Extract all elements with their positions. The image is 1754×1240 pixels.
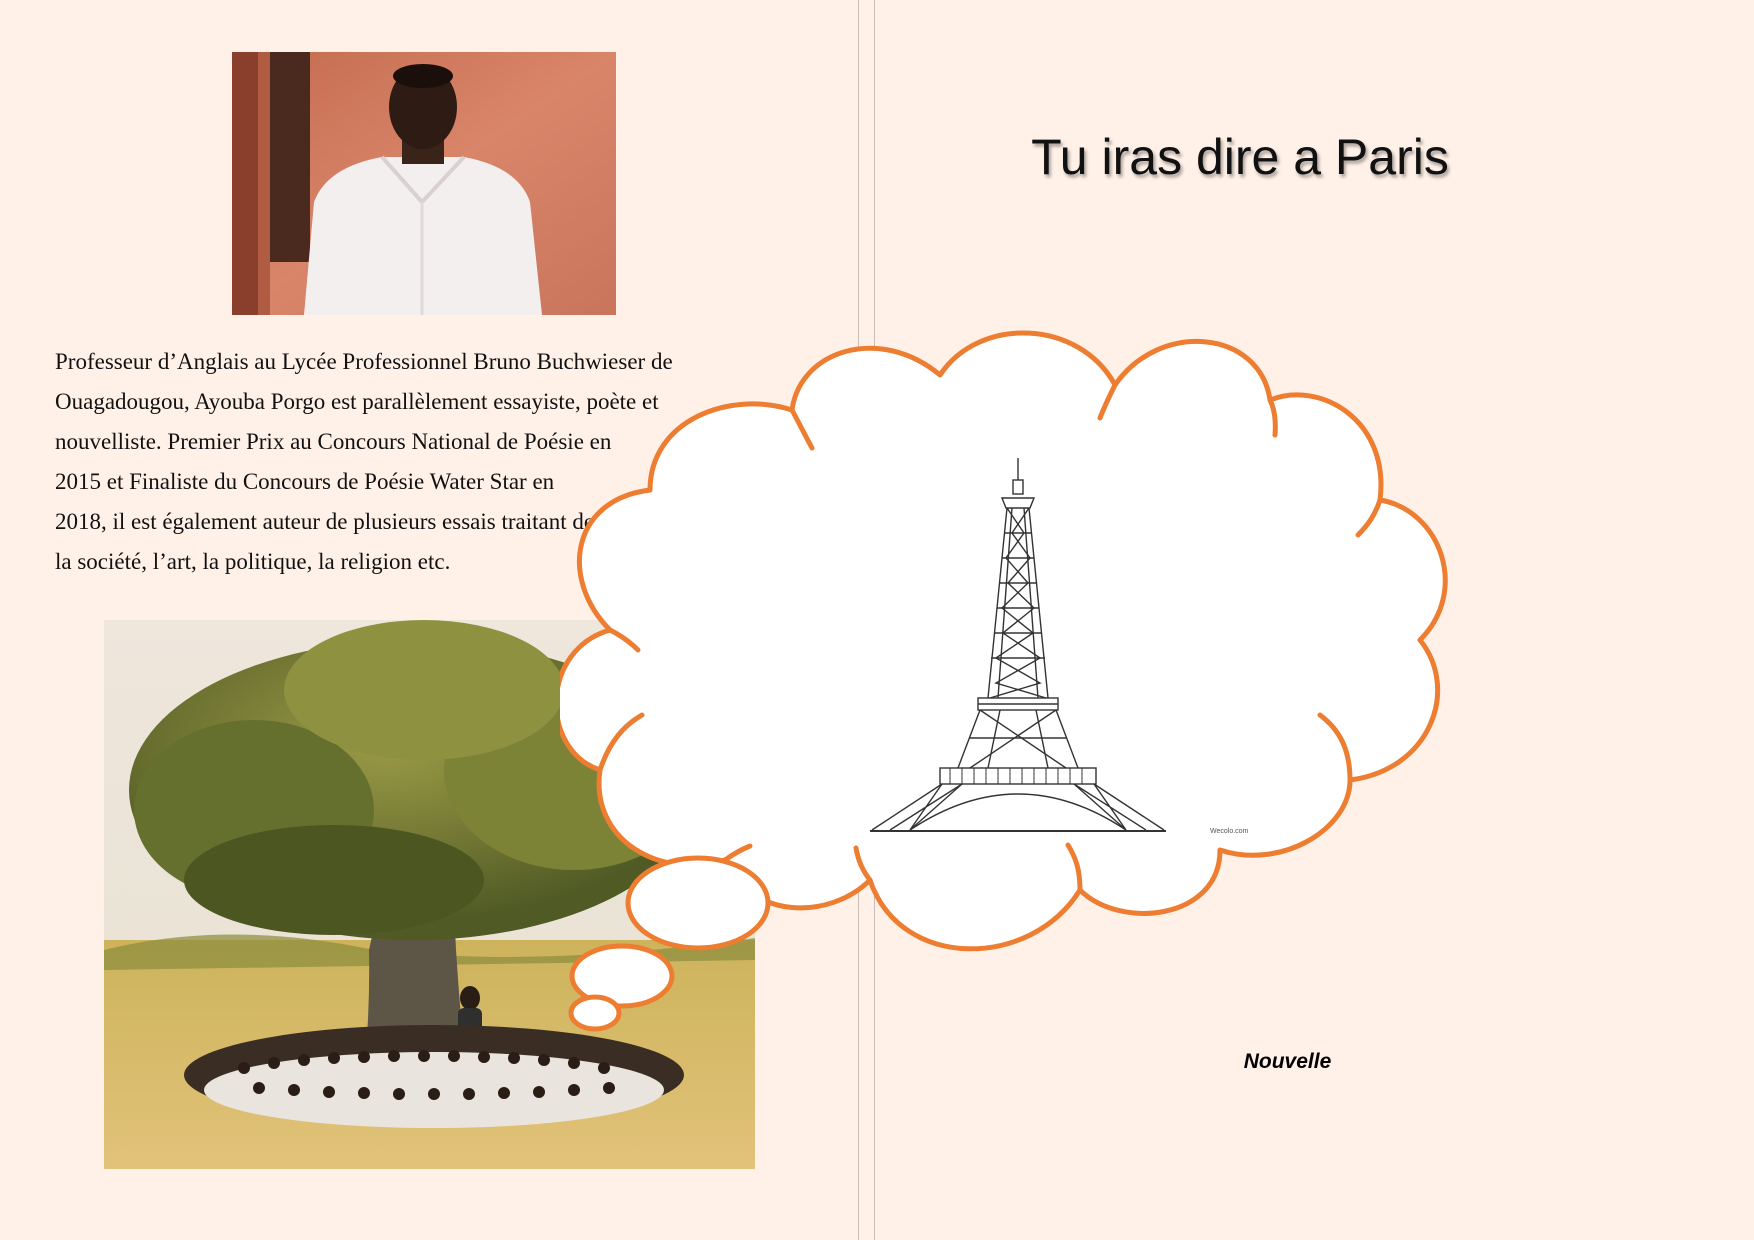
eiffel-tower-icon bbox=[870, 458, 1166, 832]
image-credit: Wecolo.com bbox=[1210, 828, 1249, 835]
genre-label: Nouvelle bbox=[1243, 1050, 1332, 1073]
book-cover-spread: Professeur d’Anglais au Lycée Profession… bbox=[0, 0, 1754, 1240]
author-portrait-photo bbox=[232, 52, 616, 315]
book-title: Tu iras dire a Paris bbox=[1031, 129, 1449, 185]
